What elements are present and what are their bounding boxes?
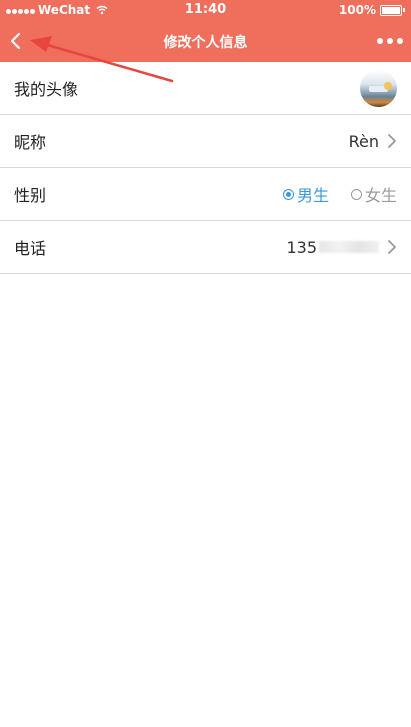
radio-unchecked-icon[interactable] (350, 188, 362, 200)
nickname-label: 昵称 (14, 133, 47, 152)
phone-value-wrap: 135 (286, 238, 379, 257)
chevron-right-icon (388, 134, 396, 148)
nickname-row[interactable]: 昵称 Rèn (0, 115, 411, 168)
phone-row[interactable]: 电话 135 (0, 221, 411, 274)
gender-label: 性别 (14, 186, 47, 205)
avatar-label: 我的头像 (14, 80, 79, 99)
more-dot (397, 38, 403, 44)
chevron-right-icon (388, 240, 396, 254)
gender-option-label: 男生 (296, 186, 329, 205)
nickname-right: Rèn (349, 132, 397, 151)
nickname-value: Rèn (348, 131, 379, 151)
gender-option-male[interactable]: 男生 (282, 182, 329, 206)
gender-option-female[interactable]: 女生 (350, 182, 397, 206)
battery-tip (403, 8, 405, 12)
battery-percent: 100% (338, 3, 376, 17)
radio-checked-icon[interactable] (282, 188, 294, 200)
gender-row: 性别 男生 女生 (0, 168, 411, 221)
gender-radio-group: 男生 女生 (282, 182, 397, 206)
avatar[interactable] (360, 69, 397, 107)
status-bar: WeChat 11:40 100% (0, 0, 411, 20)
phone-value: 135 (286, 237, 317, 257)
more-dot (387, 38, 393, 44)
profile-list: 我的头像 昵称 Rèn 性别 男生 女生 电话 135 (0, 62, 411, 274)
gender-option-label: 女生 (364, 186, 397, 205)
phone-right: 135 (286, 238, 397, 257)
phone-label: 电话 (14, 239, 47, 258)
more-button[interactable] (377, 34, 403, 48)
status-right: 100% (339, 3, 405, 17)
more-dot (377, 38, 383, 44)
nav-bar: 修改个人信息 (0, 20, 411, 62)
phone-redaction (319, 241, 379, 253)
page-title: 修改个人信息 (163, 35, 248, 51)
avatar-row[interactable]: 我的头像 (0, 62, 411, 115)
battery-icon (380, 4, 402, 16)
